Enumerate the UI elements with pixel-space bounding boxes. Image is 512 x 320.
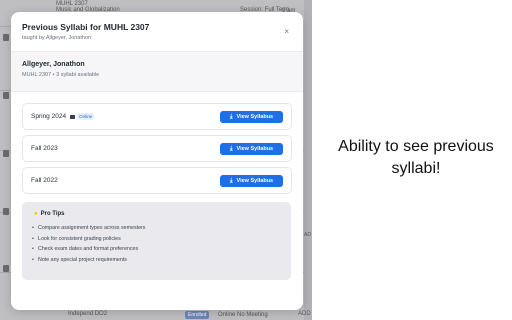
- caption-line-1: Ability to see previous: [338, 138, 494, 155]
- semester-card: Fall 2023 ⤓ View Syllabus: [22, 135, 292, 162]
- view-syllabus-label: View Syllabus: [236, 177, 274, 184]
- semester-info: Fall 2023: [31, 145, 58, 152]
- trash-icon: [3, 265, 9, 272]
- bg-right-column: [304, 0, 312, 320]
- semester-card: Fall 2022 ⤓ View Syllabus: [22, 167, 292, 194]
- close-icon[interactable]: ×: [284, 28, 289, 36]
- bg-add: ADD: [298, 311, 311, 317]
- trash-icon: [3, 150, 9, 157]
- modal-subtitle: taught by Allgeyer, Jonathon: [22, 35, 92, 41]
- view-syllabus-button[interactable]: ⤓ View Syllabus: [220, 110, 283, 123]
- trash-icon: [3, 208, 9, 215]
- semester-name: Fall 2023: [31, 145, 58, 152]
- semester-card: Spring 2024 Online ⤓ View Syllabus: [22, 103, 292, 130]
- semester-info: Spring 2024 Online: [31, 113, 95, 120]
- bg-side-label: AD: [304, 232, 311, 238]
- instructor-meta: MUHL 2307 • 3 syllabi available: [22, 72, 100, 78]
- modal-header: Previous Syllabi for MUHL 2307 taught by…: [11, 12, 303, 52]
- download-icon: ⤓: [229, 113, 233, 120]
- syllabi-list: Spring 2024 Online ⤓ View Syllabus Fall …: [11, 92, 303, 194]
- semester-name: Fall 2022: [31, 177, 58, 184]
- view-syllabus-button[interactable]: ⤓ View Syllabus: [220, 174, 283, 187]
- tip-item: Note any special project requirements: [32, 257, 281, 263]
- previous-syllabi-modal: Previous Syllabi for MUHL 2307 taught by…: [11, 12, 303, 310]
- tip-item: Look for consistent grading policies: [32, 236, 281, 242]
- tip-item: Check exam dates and format preferences: [32, 246, 281, 252]
- caption-line-2: syllabi!: [391, 160, 441, 177]
- pro-tips-heading: Pro Tips: [40, 211, 65, 217]
- feature-caption: Ability to see previous syllabi!: [320, 136, 512, 180]
- bg-bottom-course: Independ DO2: [68, 311, 108, 317]
- modal-title: Previous Syllabi for MUHL 2307: [22, 22, 150, 32]
- instructor-section: Allgeyer, Jonathon MUHL 2307 • 3 syllabi…: [11, 52, 303, 92]
- trash-icon: [3, 92, 9, 99]
- semester-name: Spring 2024: [31, 113, 67, 120]
- semester-info: Fall 2022: [31, 177, 58, 184]
- online-badge: Online: [70, 113, 95, 120]
- download-icon: ⤓: [229, 177, 233, 184]
- bg-meeting: Online No Meeting: [218, 312, 268, 318]
- trash-icon: [3, 34, 9, 41]
- view-syllabus-button[interactable]: ⤓ View Syllabus: [220, 142, 283, 155]
- pro-tips-title: ● Pro Tips: [34, 211, 281, 217]
- pro-tips-panel: ● Pro Tips Compare assignment types acro…: [22, 202, 291, 280]
- instructor-name: Allgeyer, Jonathon: [22, 61, 85, 68]
- tip-item: Compare assignment types across semester…: [32, 225, 281, 231]
- view-syllabus-label: View Syllabus: [236, 145, 274, 152]
- download-icon: ⤓: [229, 145, 233, 152]
- bg-status-pill: Enrolled: [185, 311, 210, 319]
- online-badge-label: Online: [77, 113, 95, 120]
- pro-tips-list: Compare assignment types across semester…: [32, 225, 281, 263]
- lightbulb-icon: ●: [34, 211, 38, 217]
- view-syllabus-label: View Syllabus: [236, 113, 274, 120]
- monitor-icon: [70, 114, 76, 119]
